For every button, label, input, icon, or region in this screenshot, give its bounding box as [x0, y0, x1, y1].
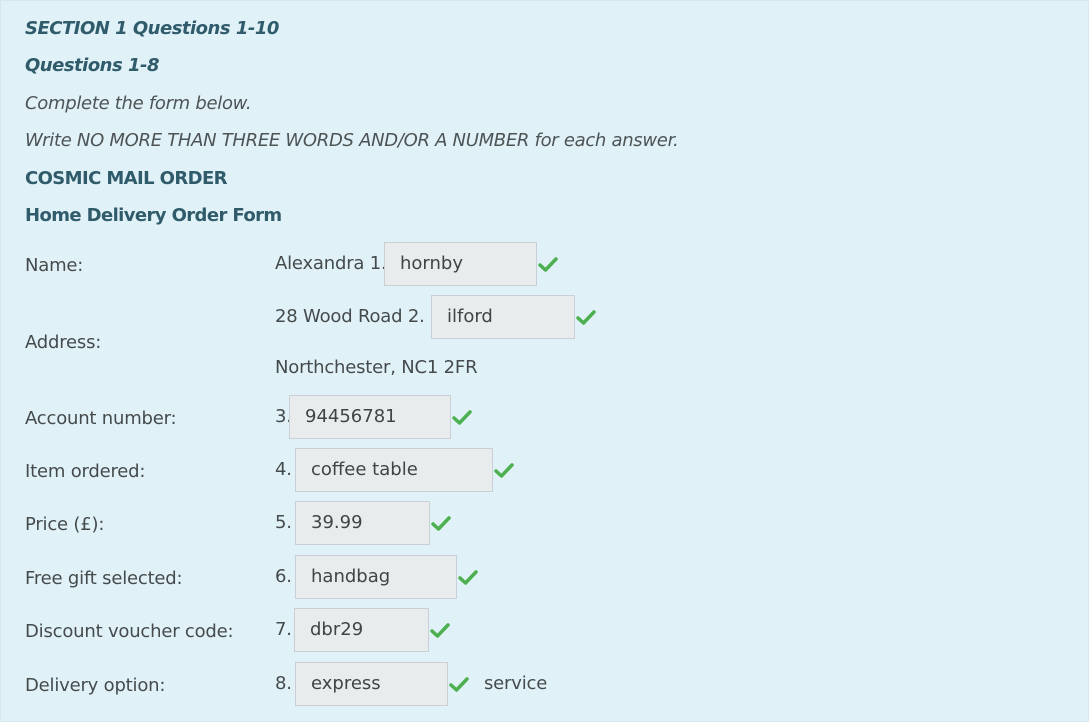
- answer-8-field[interactable]: express: [295, 662, 448, 706]
- questions-range: Questions 1-8: [25, 55, 160, 76]
- price-label: Price (£):: [25, 514, 105, 535]
- check-icon: [431, 516, 451, 532]
- account-label: Account number:: [25, 408, 177, 429]
- section-title: SECTION 1 Questions 1-10: [25, 18, 279, 39]
- answer-4-field[interactable]: coffee table: [295, 448, 493, 492]
- check-icon: [452, 410, 472, 426]
- name-label: Name:: [25, 255, 84, 276]
- answer-7-field[interactable]: dbr29: [294, 608, 429, 652]
- item-prefix: 4.: [275, 459, 292, 480]
- check-icon: [494, 463, 514, 479]
- address-prefix: 28 Wood Road 2.: [275, 306, 425, 327]
- check-icon: [449, 677, 469, 693]
- answer-2-field[interactable]: ilford: [431, 295, 575, 339]
- address-line2: Northchester, NC1 2FR: [275, 357, 478, 378]
- form-company: COSMIC MAIL ORDER: [25, 168, 228, 189]
- check-icon: [458, 570, 478, 586]
- instruction-complete: Complete the form below.: [25, 93, 252, 114]
- price-prefix: 5.: [275, 512, 292, 533]
- voucher-label: Discount voucher code:: [25, 621, 234, 642]
- voucher-prefix: 7.: [275, 619, 292, 640]
- form-title: Home Delivery Order Form: [25, 205, 282, 226]
- delivery-label: Delivery option:: [25, 675, 166, 696]
- check-icon: [576, 310, 596, 326]
- answer-3-field[interactable]: 94456781: [289, 395, 451, 439]
- gift-prefix: 6.: [275, 566, 292, 587]
- delivery-suffix: service: [484, 673, 548, 694]
- answer-6-field[interactable]: handbag: [295, 555, 457, 599]
- item-label: Item ordered:: [25, 461, 146, 482]
- instruction-word-limit: Write NO MORE THAN THREE WORDS AND/OR A …: [25, 130, 679, 151]
- check-icon: [538, 257, 558, 273]
- name-prefix: Alexandra 1.: [275, 253, 387, 274]
- answer-5-field[interactable]: 39.99: [295, 501, 430, 545]
- delivery-prefix: 8.: [275, 673, 292, 694]
- gift-label: Free gift selected:: [25, 568, 183, 589]
- check-icon: [430, 623, 450, 639]
- answer-1-field[interactable]: hornby: [384, 242, 537, 286]
- address-label: Address:: [25, 332, 102, 353]
